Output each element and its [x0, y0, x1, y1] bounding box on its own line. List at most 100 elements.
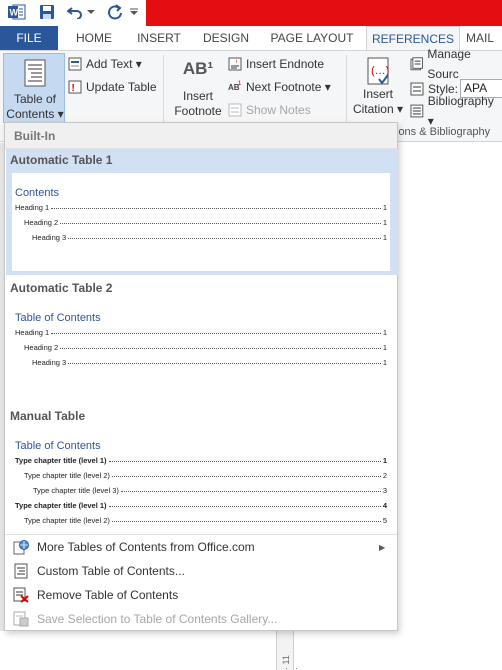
gallery-item-manual-table[interactable]: Manual Table Table of Contents Type chap… — [6, 405, 398, 531]
redo-icon[interactable] — [106, 3, 124, 21]
bibliography-icon — [410, 104, 424, 118]
preview-row-page: 1 — [382, 343, 387, 352]
title-bar — [146, 0, 502, 26]
next-footnote-label: Next Footnote ▾ — [246, 80, 331, 94]
save-icon[interactable] — [38, 3, 56, 21]
svg-text:W: W — [10, 8, 19, 18]
insert-footnote-button[interactable]: AB¹ Insert Footnote — [170, 59, 226, 119]
custom-toc-menu-item[interactable]: Custom Table of Contents... — [5, 559, 397, 583]
preview-row-page: 3 — [382, 486, 387, 495]
toc-document-icon — [5, 563, 37, 579]
preview-row-text: Type chapter title (level 1) — [15, 456, 107, 465]
preview-heading: Contents — [15, 187, 60, 199]
show-notes-label: Show Notes — [246, 103, 311, 117]
undo-dropdown-icon[interactable] — [86, 3, 96, 21]
style-icon — [410, 82, 424, 96]
preview-row: Heading 3 1 — [15, 355, 387, 367]
insert-endnote-label: Insert Endnote — [246, 57, 325, 71]
built-in-section-header: Built-In — [5, 123, 397, 149]
toc-label-line1: Table of — [13, 92, 57, 106]
preview-row-page: 1 — [382, 203, 387, 212]
toc-preview: Table of Contents Heading 11 Heading 21 … — [12, 301, 390, 399]
document-page-lower[interactable] — [0, 631, 276, 670]
svg-text:1: 1 — [238, 81, 242, 87]
preview-row-text: Heading 2 — [24, 343, 59, 352]
citation-label-line1: Insert — [362, 87, 393, 101]
preview-row-text: Heading 3 — [32, 358, 67, 367]
preview-row: Type chapter title (level 2) 2 — [15, 468, 387, 480]
remove-toc-menu-item[interactable]: Remove Table of Contents — [5, 583, 397, 607]
tab-insert[interactable]: INSERT — [130, 26, 188, 50]
menu-item-label: Custom Table of Contents... — [37, 564, 185, 578]
footnote-label-line2: Footnote — [174, 104, 222, 118]
preview-row: Heading 3 1 — [15, 230, 387, 242]
table-of-contents-button[interactable]: Table of Contents ▾ — [3, 53, 65, 123]
footnote-icon: AB¹ — [182, 59, 214, 78]
manage-sources-icon — [410, 57, 423, 71]
bibliography-button[interactable]: Bibliography ▾ — [410, 94, 502, 128]
undo-icon[interactable] — [66, 3, 84, 21]
preview-row-text: Type chapter title (level 2) — [24, 471, 110, 480]
citation-icon: (…) — [367, 57, 389, 85]
insert-endnote-button[interactable]: i Insert Endnote — [228, 54, 324, 74]
toc-preview: Contents Heading 1 1 Heading 2 1 Heading 3… — [12, 173, 390, 271]
vertical-ruler: · 11 · — [276, 631, 301, 670]
next-footnote-icon: AB1 — [228, 81, 242, 92]
preview-heading: Table of Contents — [15, 440, 101, 452]
preview-row: Type chapter title (level 1) 4 — [15, 498, 387, 510]
add-text-button[interactable]: Add Text ▾ — [68, 54, 142, 74]
customize-qat-icon[interactable] — [128, 3, 140, 21]
svg-text:(…): (…) — [371, 65, 389, 77]
update-table-button[interactable]: ! Update Table — [68, 77, 157, 97]
preview-row-page: 2 — [382, 471, 387, 480]
tab-file[interactable]: FILE — [0, 26, 58, 50]
preview-heading: Table of Contents — [15, 312, 101, 324]
gallery-item-title: Manual Table — [10, 409, 86, 423]
menu-item-label: Save Selection to Table of Contents Gall… — [37, 612, 278, 626]
insert-citation-label: Insert Citation ▾ — [350, 87, 406, 117]
preview-row: Type chapter title (level 2) 5 — [15, 513, 387, 525]
preview-row-page: 5 — [382, 516, 387, 525]
preview-row-page: 4 — [382, 501, 387, 510]
insert-citation-button[interactable]: (…) Insert Citation ▾ — [350, 57, 406, 117]
footnote-label-line1: Insert — [182, 89, 213, 103]
update-table-label: Update Table — [86, 80, 157, 94]
remove-toc-icon — [5, 587, 37, 603]
tab-design[interactable]: DESIGN — [196, 26, 256, 50]
more-tocs-from-office-menu-item[interactable]: More Tables of Contents from Office.com … — [5, 535, 397, 559]
preview-row: Heading 1 1 — [15, 325, 387, 337]
preview-row-page: 1 — [382, 233, 387, 242]
tab-page-layout[interactable]: PAGE LAYOUT — [264, 26, 360, 50]
preview-row-page: 1 — [382, 456, 387, 465]
bibliography-label: Bibliography ▾ — [427, 94, 494, 128]
svg-text:!: ! — [72, 83, 75, 94]
preview-row-text: Type chapter title (level 1) — [15, 501, 107, 510]
endnote-icon: i — [228, 57, 242, 71]
tab-home[interactable]: HOME — [64, 26, 124, 50]
preview-row-text: Heading 1 — [15, 328, 50, 337]
preview-row-text: Type chapter title (level 3) — [33, 486, 119, 495]
preview-row-text: Type chapter title (level 2) — [24, 516, 110, 525]
preview-row-page: 1 — [382, 218, 387, 227]
toc-button-label: Table of Contents ▾ — [4, 92, 66, 122]
next-footnote-button[interactable]: AB 1 Next Footnote ▾ — [228, 77, 331, 97]
save-selection-to-gallery-menu-item[interactable]: Save Selection to Table of Contents Gall… — [5, 607, 397, 631]
gallery-item-automatic-table-1[interactable]: Automatic Table 1 Contents Heading 1 1 He… — [6, 149, 398, 275]
toc-icon — [24, 59, 46, 87]
preview-row: Type chapter title (level 1) 1 — [15, 453, 387, 465]
svg-text:i: i — [236, 59, 237, 65]
toc-gallery-dropdown: Built-In Automatic Table 1 Contents Head… — [4, 122, 398, 631]
insert-footnote-label: Insert Footnote — [170, 89, 226, 119]
gallery-item-automatic-table-2[interactable]: Automatic Table 2 Table of Contents Head… — [6, 277, 398, 403]
gallery-item-title: Automatic Table 1 — [10, 153, 113, 167]
word-icon[interactable]: W — [8, 3, 26, 21]
preview-row: Type chapter title (level 3) 3 — [15, 483, 387, 495]
manage-sources-button[interactable]: Manage Sourc — [410, 47, 502, 81]
preview-row-text: Heading 3 — [32, 233, 67, 242]
preview-row: Heading 2 1 — [15, 340, 387, 352]
show-notes-button[interactable]: Show Notes — [228, 100, 311, 120]
toc-preview: Table of Contents Type chapter title (le… — [12, 429, 390, 529]
citation-label-line2: Citation ▾ — [352, 102, 404, 116]
quick-access-toolbar: W — [0, 0, 502, 26]
submenu-arrow-icon: ▶ — [379, 542, 386, 552]
